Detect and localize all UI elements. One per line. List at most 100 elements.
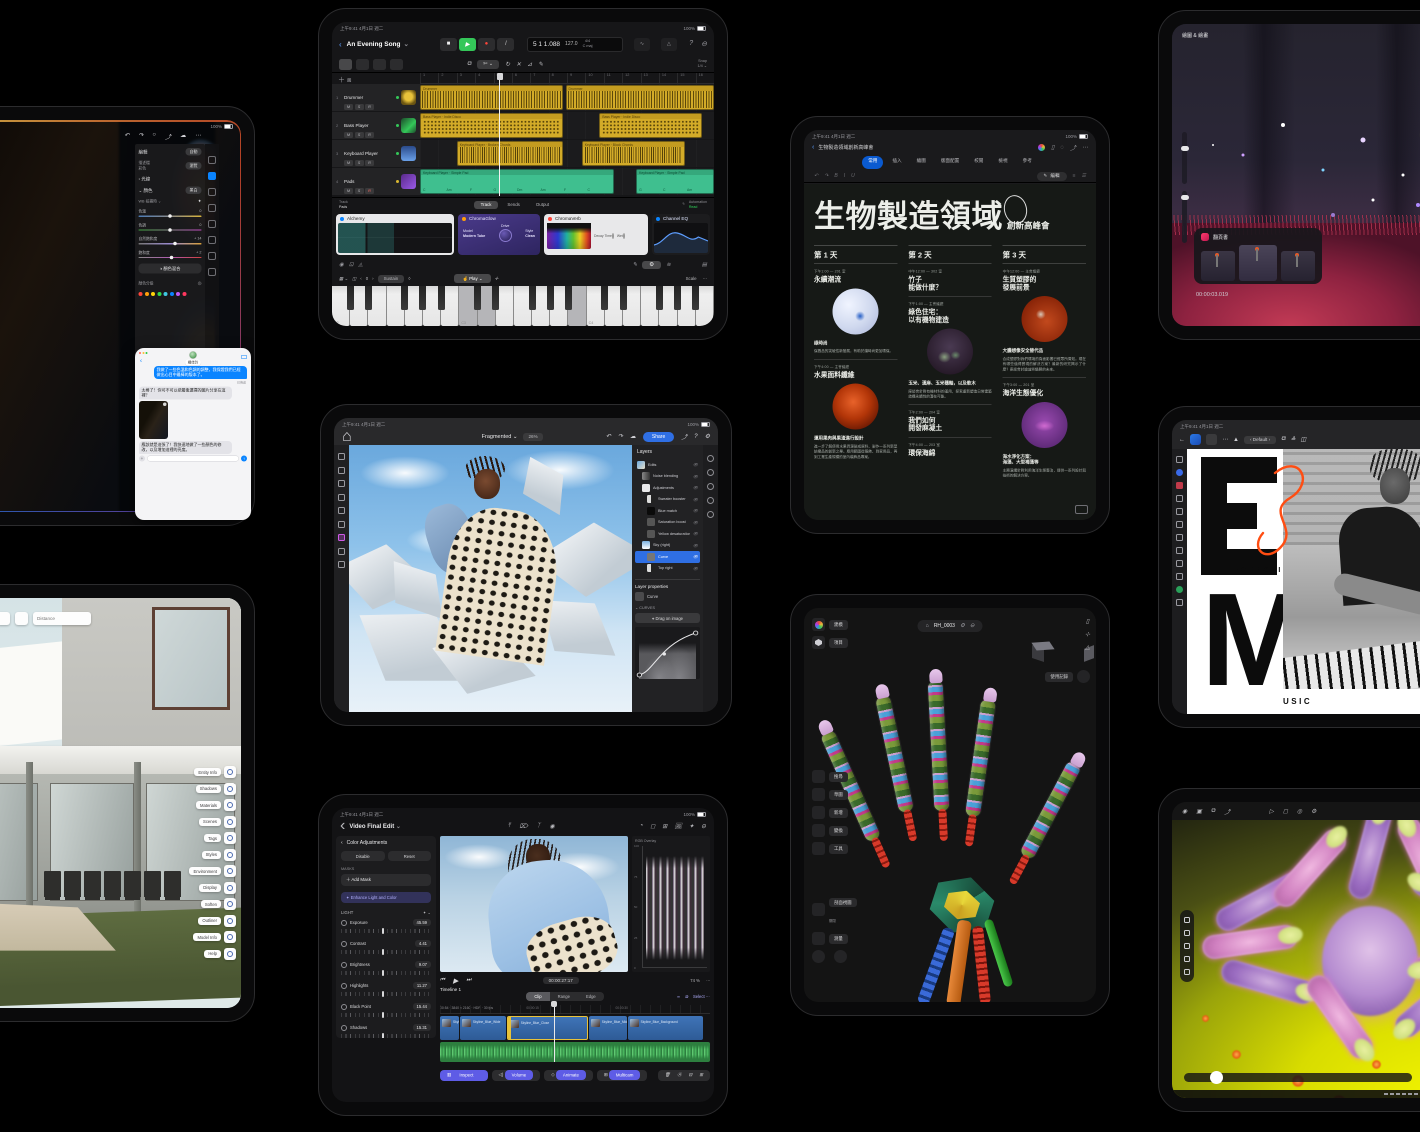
- render-settings-icon[interactable]: ⚙: [1311, 808, 1316, 815]
- midi-region[interactable]: Keyboard Player · Broken Chords: [457, 141, 563, 166]
- settings-icon[interactable]: ⚙: [960, 623, 965, 629]
- record-icon[interactable]: ◉: [549, 823, 554, 830]
- panel-icon[interactable]: [224, 948, 236, 960]
- share-icon[interactable]: ⤴: [1070, 143, 1076, 152]
- projects-icon[interactable]: [812, 636, 825, 649]
- generative-tool-icon[interactable]: [338, 534, 345, 541]
- more-icon[interactable]: ⋯: [1222, 436, 1228, 443]
- photo-attachment[interactable]: [139, 401, 168, 439]
- copy-icon[interactable]: ⧉: [467, 61, 471, 68]
- back-icon[interactable]: ←: [1179, 437, 1185, 443]
- plugin-channel-eq[interactable]: Channel EQ: [652, 214, 710, 255]
- video-preview[interactable]: [440, 836, 628, 972]
- edit-button[interactable]: ✎ 編輯: [1037, 172, 1067, 181]
- menu-icon[interactable]: [1206, 434, 1217, 445]
- record-button[interactable]: ●: [478, 38, 495, 51]
- eraser-tool-icon[interactable]: [338, 507, 345, 514]
- copy-icon[interactable]: ⧉: [1211, 808, 1215, 815]
- contact-name[interactable]: 楊佳玲: [185, 360, 201, 366]
- track-lane[interactable]: Drummer Drummer: [420, 84, 714, 111]
- scale-button[interactable]: Scale: [686, 276, 697, 282]
- split-right-icon[interactable]: ⊞: [699, 1072, 703, 1078]
- pen-tool-icon[interactable]: [1176, 495, 1183, 502]
- frame-icon[interactable]: ◻: [1283, 808, 1288, 815]
- underline-icon[interactable]: U: [851, 173, 855, 179]
- zoom-level[interactable]: 26%: [523, 433, 542, 441]
- transform-tool-icon[interactable]: [338, 467, 345, 474]
- section-view-icon[interactable]: [812, 903, 825, 916]
- crop-tool-icon[interactable]: [208, 156, 216, 164]
- panel-label[interactable]: Display: [199, 884, 221, 892]
- piano-black-key[interactable]: [438, 286, 445, 310]
- panel-icon[interactable]: [224, 832, 236, 844]
- timeline-ruler[interactable]: 00:00:15 00:00:30: [440, 1005, 710, 1014]
- panel-row[interactable]: Environment: [189, 865, 236, 877]
- video-clip[interactable]: Skyline_Blue_Background: [628, 1016, 704, 1040]
- panel-row[interactable]: Soften: [189, 898, 236, 910]
- layer-row[interactable]: Top right👁: [635, 563, 700, 575]
- list-icon[interactable]: ☰: [1082, 173, 1086, 179]
- slider-knob[interactable]: [1210, 1071, 1223, 1084]
- stop-button[interactable]: ■: [440, 38, 457, 51]
- metronome-icon[interactable]: ◬: [358, 262, 362, 268]
- panel-icon[interactable]: [224, 816, 236, 828]
- trim-tool-pill[interactable]: ✄ ⌄: [477, 60, 499, 69]
- panel-label[interactable]: Materials: [196, 801, 221, 809]
- settings-icon[interactable]: [0, 612, 10, 625]
- project-title[interactable]: Video Final Edit ⌄: [349, 823, 401, 830]
- share-icon[interactable]: ⤴: [165, 132, 171, 141]
- panel-label[interactable]: Scenes: [199, 818, 221, 826]
- brush-tool-icon[interactable]: [1176, 521, 1183, 528]
- wireframe-icon[interactable]: [1184, 930, 1190, 936]
- tool-row[interactable]: 工具: [812, 842, 848, 855]
- loop-icon[interactable]: ↻: [505, 61, 510, 68]
- dimensions-icon[interactable]: ⊹: [1085, 631, 1090, 638]
- redo-icon[interactable]: ↷: [618, 433, 623, 440]
- cursor-icon[interactable]: ▲: [1233, 437, 1239, 443]
- piano-black-key[interactable]: [401, 286, 408, 310]
- pencil-tool-icon[interactable]: [1176, 508, 1183, 515]
- audio-region[interactable]: Drummer: [420, 85, 563, 110]
- vibrance-slider[interactable]: 自然飽和度+ 14: [139, 236, 202, 244]
- export-icon[interactable]: ▯: [1086, 618, 1089, 625]
- masking-tool-icon[interactable]: [208, 204, 216, 212]
- curve-property-row[interactable]: Curve: [635, 592, 700, 601]
- projects-label[interactable]: 項目: [829, 638, 848, 648]
- color-tool-icon[interactable]: [1176, 586, 1183, 593]
- fill-tool-icon[interactable]: [338, 548, 345, 555]
- versions-tool-icon[interactable]: [208, 268, 216, 276]
- flipbook-frames[interactable]: [1201, 245, 1315, 281]
- measure-label[interactable]: 測量: [829, 934, 848, 944]
- crop-tool-icon[interactable]: [338, 561, 345, 568]
- panel-label[interactable]: Model Info: [193, 933, 221, 941]
- piano-black-key[interactable]: [419, 286, 426, 310]
- more-icon[interactable]: ⋯: [195, 132, 201, 141]
- saturation-slider[interactable]: 飽和度+ 2: [139, 250, 202, 258]
- tool-label[interactable]: 搜尋: [829, 772, 848, 782]
- temp-slider[interactable]: 色溫0: [139, 209, 202, 217]
- layer-row[interactable]: Sky (right)👁: [635, 540, 700, 552]
- affinity-canvas[interactable]: LECTRONIC M USIC AW: [1187, 449, 1420, 714]
- octave-down[interactable]: ‹: [360, 276, 361, 281]
- playhead[interactable]: [499, 73, 500, 196]
- reset-button[interactable]: Reset: [388, 851, 432, 861]
- back-chevron-icon[interactable]: ‹: [339, 40, 342, 49]
- facetime-icon[interactable]: [241, 355, 247, 359]
- adjustment-slider[interactable]: Contrast4.41: [341, 940, 431, 954]
- play-icon[interactable]: ▷: [1269, 808, 1274, 815]
- adjustment-icon[interactable]: [707, 469, 714, 476]
- add-attachment-button[interactable]: +: [139, 456, 145, 462]
- disable-button[interactable]: Disable: [341, 851, 385, 861]
- notify-icon[interactable]: △: [1085, 644, 1090, 651]
- lens-tool-icon[interactable]: [208, 220, 216, 228]
- color-wheel-icon[interactable]: [1038, 144, 1045, 151]
- document-pill[interactable]: ⌂ RH_0003 ⚙ ⊖: [917, 620, 982, 632]
- plugin-chromaglow[interactable]: ChromaGlow ModelModern Tube Drive StyleC…: [458, 214, 540, 255]
- back-chevron-icon[interactable]: ‹: [812, 144, 814, 151]
- count-in-button[interactable]: ⦚: [497, 38, 514, 51]
- edit-tool-icon[interactable]: [208, 172, 216, 180]
- adjustment-slider[interactable]: Brightness9.07: [341, 961, 431, 975]
- timeline-slider[interactable]: [1184, 1073, 1412, 1082]
- color-mix-button[interactable]: ◑ 顏色混合: [139, 264, 202, 274]
- panel-label[interactable]: Soften: [201, 900, 221, 908]
